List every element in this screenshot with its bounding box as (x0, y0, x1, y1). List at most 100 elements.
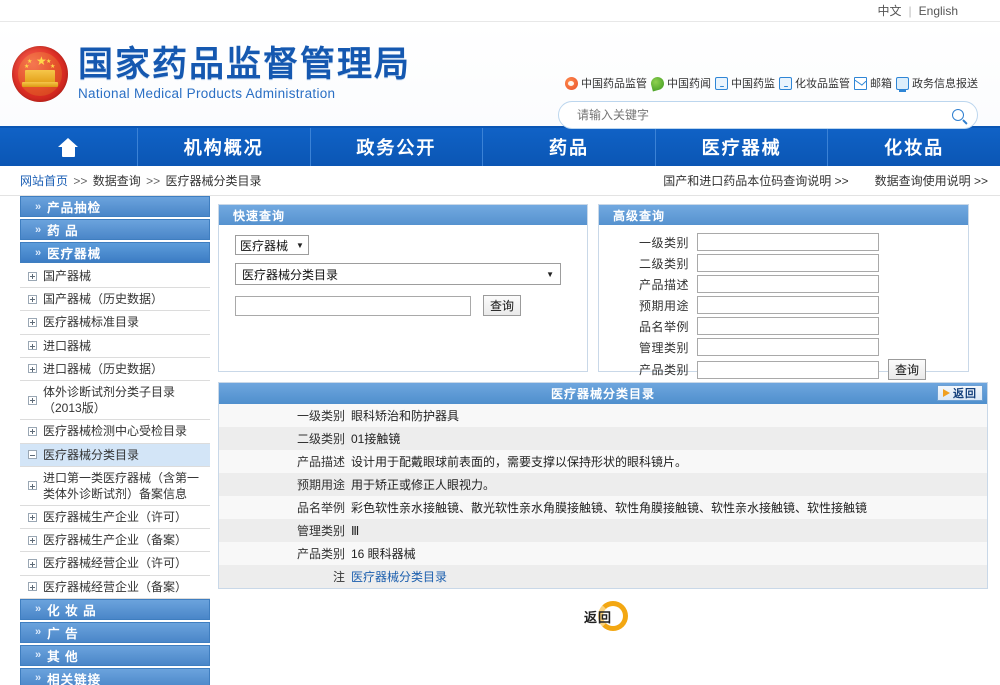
table-row: 管理类别 Ⅲ (219, 519, 987, 542)
sidebar-group-others[interactable]: » 其 他 (20, 644, 210, 666)
sidebar-item-imported-class1-filing[interactable]: 进口第一类医疗器械（含第一类体外诊断试剂）备案信息 (20, 467, 210, 507)
sidebar-group-label: 药 品 (47, 224, 79, 238)
phone-icon (779, 76, 792, 90)
sidebar-item-domestic-devices-history[interactable]: 国产器械（历史数据） (20, 288, 210, 312)
back-button-large[interactable]: 返回 (572, 601, 634, 631)
field-label: 管理类别 (638, 340, 689, 355)
breadcrumb-right-links: 国产和进口药品本位码查询说明 >> 数据查询使用说明 >> (663, 172, 988, 189)
row-label: 产品类别 (296, 547, 345, 561)
sidebar-group-cosmetics[interactable]: » 化 妆 品 (20, 598, 210, 620)
nav-item-medical-devices[interactable]: 医疗器械 (656, 128, 829, 166)
nav-item-cosmetics[interactable]: 化妆品 (828, 128, 1000, 166)
nav-item-organization[interactable]: 机构概况 (138, 128, 311, 166)
quicklink-mail[interactable]: 邮箱 (854, 75, 892, 91)
sidebar-item-manufacturer-filing[interactable]: 医疗器械生产企业（备案） (20, 529, 210, 553)
catalog-select-value: 医疗器械分类目录 (242, 267, 339, 282)
quicklink-app-cosmetics[interactable]: 化妆品监管 (779, 75, 850, 91)
expand-plus-icon (28, 535, 37, 545)
site-brand[interactable]: ★ ★ ★ ★ ★ 国家药品监督管理局 National Medical Produc… (12, 46, 411, 102)
sidebar-group-drugs[interactable]: » 药 品 (20, 219, 210, 240)
management-category-input[interactable] (697, 338, 879, 356)
quick-search-button[interactable]: 查询 (483, 295, 522, 316)
sidebar-group-label: 化 妆 品 (47, 603, 97, 618)
expand-plus-icon (28, 294, 37, 304)
sidebar-item-distributor-license[interactable]: 医疗器械经营企业（许可） (20, 552, 210, 576)
sidebar-item-device-standard-catalog[interactable]: 医疗器械标准目录 (20, 311, 210, 335)
row-value[interactable]: 医疗器械分类目录 (351, 568, 987, 585)
sidebar-item-label: 医疗器械经营企业（许可） (43, 556, 188, 571)
back-button-large-label: 返回 (583, 609, 612, 625)
field-label: 预期用途 (638, 298, 689, 313)
expand-plus-icon (28, 395, 37, 405)
table-row: 预期用途 用于矫正或修正人眼视力。 (219, 473, 987, 496)
sidebar-item-label: 进口器械 (43, 338, 92, 353)
quicklink-news[interactable]: 中国药闻 (649, 75, 711, 91)
header-quicklinks: 中国药品监管 中国药闻 中国药监 化妆品监管 邮箱 政务信息报送 (558, 74, 978, 92)
quick-query-title: 快速查询 (219, 205, 587, 225)
nav-item-government-affairs[interactable]: 政务公开 (311, 128, 484, 166)
breadcrumb-item-data-query[interactable]: 数据查询 (93, 174, 141, 188)
sidebar-group-related-links[interactable]: » 相关链接 (20, 667, 210, 685)
sidebar-item-ivd-subcatalog-2013[interactable]: 体外诊断试剂分类子目录（2013版） (20, 381, 210, 421)
language-english-link[interactable]: English (919, 4, 958, 18)
sidebar-item-label: 医疗器械标准目录 (43, 315, 140, 330)
quicklink-report[interactable]: 政务信息报送 (896, 75, 978, 92)
leaf-icon (649, 75, 666, 91)
language-chinese-link[interactable]: 中文 (878, 2, 902, 19)
product-category-input[interactable] (697, 360, 879, 379)
primary-category-input[interactable] (697, 233, 879, 251)
advanced-query-title: 高级查询 (599, 205, 968, 225)
site-title-cn: 国家药品监督管理局 (78, 44, 412, 85)
quicklink-app-nmpa[interactable]: 中国药监 (715, 75, 775, 91)
sidebar-item-label: 医疗器械生产企业（许可） (43, 510, 188, 525)
row-label: 产品描述 (296, 455, 345, 469)
sidebar-group-label: 相关链接 (47, 672, 102, 685)
field-row-management-category: 管理类别 (599, 338, 960, 356)
catalog-select[interactable]: 医疗器械分类目录 ▼ (235, 263, 561, 285)
sidebar-item-testing-center-catalog[interactable]: 医疗器械检测中心受检目录 (20, 420, 210, 444)
sidebar-group-product-sampling[interactable]: » 产品抽检 (20, 196, 210, 217)
category-select[interactable]: 医疗器械 ▼ (235, 235, 309, 255)
breadcrumb-item-home[interactable]: 网站首页 (20, 174, 68, 188)
monitor-icon (896, 76, 909, 92)
chevron-right-icon: » (35, 672, 43, 685)
sidebar-item-label: 医疗器械检测中心受检目录 (43, 424, 188, 439)
site-search-input[interactable] (575, 107, 945, 123)
field-row-intended-use: 预期用途 (599, 296, 960, 314)
sidebar-group-advertising[interactable]: » 广 告 (20, 621, 210, 643)
back-button-small[interactable]: 返回 (937, 385, 983, 401)
link-data-query-usage-note[interactable]: 数据查询使用说明 >> (875, 172, 988, 189)
results-title: 医疗器械分类目录 (550, 387, 655, 401)
search-icon (952, 109, 964, 121)
product-description-input[interactable] (697, 275, 879, 293)
sidebar-item-distributor-filing[interactable]: 医疗器械经营企业（备案） (20, 576, 210, 599)
site-search-button[interactable] (945, 104, 971, 126)
quicklink-weibo[interactable]: 中国药品监管 (565, 75, 647, 91)
sidebar-item-manufacturer-license[interactable]: 医疗器械生产企业（许可） (20, 506, 210, 530)
chevron-down-icon: ▼ (296, 240, 304, 250)
table-row: 二级类别 01接触镜 (219, 427, 987, 450)
sidebar-item-imported-devices[interactable]: 进口器械 (20, 335, 210, 358)
field-row-product-name-examples: 品名举例 (599, 317, 960, 335)
link-drug-code-query-note[interactable]: 国产和进口药品本位码查询说明 >> (663, 172, 848, 189)
nav-item-drugs[interactable]: 药品 (483, 128, 656, 166)
field-label: 二级类别 (638, 256, 689, 271)
sidebar-group-medical-devices[interactable]: » 医疗器械 (20, 242, 210, 263)
secondary-category-input[interactable] (697, 254, 879, 272)
query-panels: 快速查询 医疗器械 ▼ 医疗器械分类目录 ▼ 查询 高级查询 一级类别 二级类别… (218, 204, 988, 380)
language-bar: 中文 | English (0, 0, 1000, 22)
sidebar-item-imported-devices-history[interactable]: 进口器械（历史数据） (20, 358, 210, 381)
advanced-search-button[interactable]: 查询 (888, 359, 927, 380)
sidebar-item-label: 体外诊断试剂分类子目录（2013版） (43, 384, 176, 416)
intended-use-input[interactable] (697, 296, 879, 314)
table-row: 产品类别 16 眼科器械 (219, 542, 987, 565)
nav-item-home[interactable] (0, 128, 138, 166)
product-name-examples-input[interactable] (697, 317, 879, 335)
expand-plus-icon (28, 512, 37, 522)
sidebar: » 产品抽检 » 药 品 » 医疗器械 国产器械 国产器械（历史数据） 医疗器械… (0, 196, 210, 685)
breadcrumb-bar: 网站首页 >> 数据查询 >> 医疗器械分类目录 国产和进口药品本位码查询说明 … (0, 166, 1000, 196)
sidebar-item-domestic-devices[interactable]: 国产器械 (20, 265, 210, 289)
keyword-input[interactable] (235, 295, 471, 316)
row-label: 注 (332, 570, 345, 584)
sidebar-item-device-classification-catalog[interactable]: 医疗器械分类目录 (20, 443, 210, 467)
